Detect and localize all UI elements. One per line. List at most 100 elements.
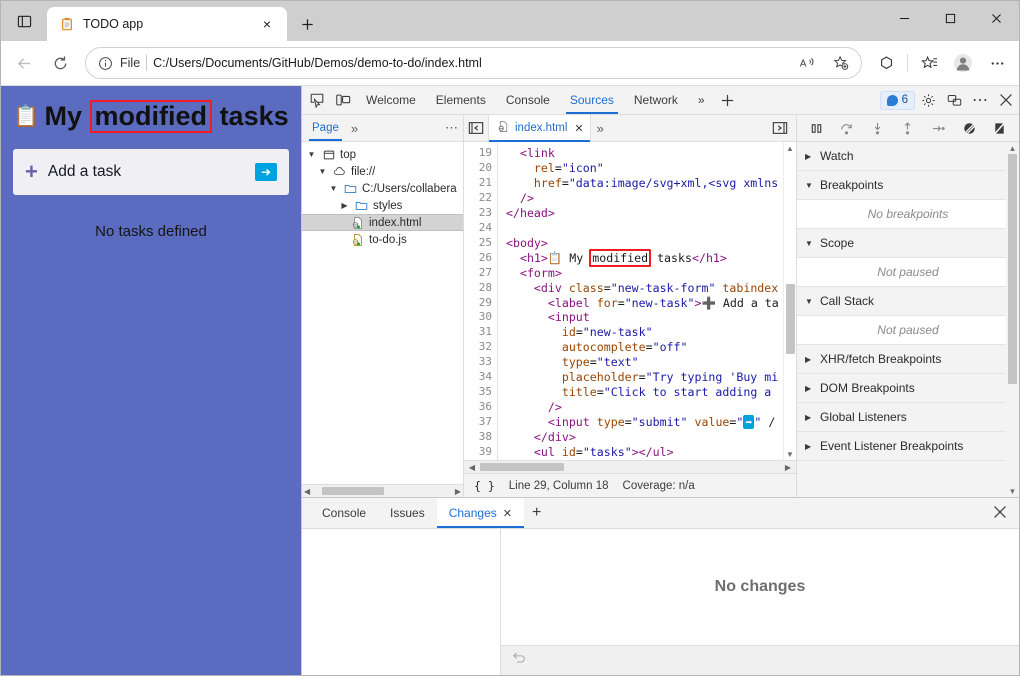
twisty-icon[interactable]: ▼ [317, 167, 328, 176]
tree-item-root-folder[interactable]: ▼ C:/Users/collabera [302, 180, 463, 197]
url-text[interactable]: C:/Users/Documents/GitHub/Demos/demo-to-… [153, 56, 787, 70]
tab-network[interactable]: Network [624, 86, 688, 114]
step-icon[interactable] [928, 117, 950, 139]
section-watch[interactable]: ▶ Watch [797, 142, 1019, 171]
scroll-down-arrow[interactable]: ▼ [1009, 485, 1017, 497]
drawer-close-button[interactable] [981, 505, 1019, 522]
editor-horizontal-scrollbar[interactable]: ◀ ▶ [464, 460, 796, 473]
devtools-top-toolbar: Welcome Elements Console Sources Network… [302, 86, 1019, 115]
step-into-icon[interactable] [866, 117, 888, 139]
drawer-add-tab-button[interactable]: + [524, 504, 549, 522]
new-tab-button[interactable] [295, 12, 319, 36]
section-global-listeners[interactable]: ▶ Global Listeners [797, 403, 1019, 432]
close-devtools-button[interactable] [993, 87, 1019, 113]
navigator-more-button[interactable]: » [345, 121, 364, 136]
show-navigator-button[interactable] [464, 115, 488, 141]
scheme-label: File [120, 56, 140, 70]
refresh-button[interactable] [43, 47, 77, 79]
changes-footer-toolbar [501, 645, 1019, 675]
navigator-menu-button[interactable]: ⋯ [445, 120, 459, 136]
drawer-tab-issues[interactable]: Issues [378, 498, 437, 528]
editor-more-tabs-button[interactable]: » [591, 121, 610, 136]
settings-and-more-button[interactable] [981, 47, 1013, 79]
add-tool-button[interactable] [715, 87, 741, 113]
editor-vertical-scrollbar[interactable]: ▲ ▼ [783, 142, 796, 460]
show-debugger-button[interactable] [768, 115, 792, 141]
back-button[interactable] [7, 47, 41, 79]
code-line: <h1>📋 My modified tasks</h1> [506, 251, 796, 266]
tree-item-top[interactable]: ▼ top [302, 146, 463, 163]
pause-on-exceptions-icon[interactable] [989, 117, 1011, 139]
scrollbar-thumb[interactable] [786, 284, 795, 354]
pretty-print-button[interactable]: { } [474, 479, 495, 493]
scroll-right-arrow[interactable]: ▶ [455, 487, 461, 496]
feedback-icon[interactable] [941, 87, 967, 113]
code-content[interactable]: <link rel="icon" href="data:image/svg+xm… [498, 142, 796, 460]
deactivate-breakpoints-icon[interactable] [958, 117, 980, 139]
tab-welcome[interactable]: Welcome [356, 86, 426, 114]
omnibox[interactable]: File C:/Users/Documents/GitHub/Demos/dem… [85, 47, 862, 79]
section-call-stack[interactable]: ▼ Call Stack [797, 287, 1019, 316]
collections-icon[interactable] [870, 47, 902, 79]
tab-console[interactable]: Console [496, 86, 560, 114]
tree-item-index-html[interactable]: index.html [302, 214, 463, 231]
editor-tab-close-button[interactable]: ✕ [574, 122, 583, 135]
section-event-listener-breakpoints[interactable]: ▶ Event Listener Breakpoints [797, 432, 1019, 461]
section-scope[interactable]: ▼ Scope [797, 229, 1019, 258]
gear-icon[interactable] [915, 87, 941, 113]
twisty-icon[interactable]: ▶ [339, 201, 350, 210]
scroll-left-arrow[interactable]: ◀ [304, 487, 310, 496]
tree-item-file-protocol[interactable]: ▼ file:// [302, 163, 463, 180]
issues-badge[interactable]: 6 [880, 91, 915, 110]
tree-item-to-do-js[interactable]: to-do.js [302, 231, 463, 248]
tab-close-button[interactable]: × [255, 12, 279, 36]
inspect-element-icon[interactable] [304, 87, 330, 113]
favorites-bar-icon[interactable] [913, 47, 945, 79]
navigator-tab-page[interactable]: Page [306, 115, 345, 141]
revert-icon[interactable] [511, 650, 527, 671]
code-line: /> [506, 191, 796, 206]
tree-item-styles-folder[interactable]: ▶ styles [302, 197, 463, 214]
code-editor[interactable]: 1920 2122 2324 2526 2728 2930 3132 3334 … [464, 142, 796, 460]
add-favorite-icon[interactable] [827, 49, 855, 77]
scrollbar-thumb[interactable] [322, 487, 384, 495]
scroll-left-arrow[interactable]: ◀ [466, 463, 478, 472]
device-emulation-icon[interactable] [330, 87, 356, 113]
pause-resume-icon[interactable] [805, 117, 827, 139]
close-button[interactable] [973, 1, 1019, 35]
debugger-vertical-scrollbar[interactable]: ▲ ▼ [1006, 142, 1019, 497]
section-xhr-fetch-breakpoints[interactable]: ▶ XHR/fetch Breakpoints [797, 345, 1019, 374]
step-over-icon[interactable] [836, 117, 858, 139]
section-dom-breakpoints[interactable]: ▶ DOM Breakpoints [797, 374, 1019, 403]
new-task-form[interactable]: + Add a task ➜ [13, 149, 289, 195]
tab-sources[interactable]: Sources [560, 86, 624, 114]
submit-arrow-button[interactable]: ➜ [255, 163, 277, 181]
scroll-down-arrow[interactable]: ▼ [786, 448, 794, 460]
section-breakpoints[interactable]: ▼ Breakpoints [797, 171, 1019, 200]
changes-file-list[interactable] [302, 529, 501, 675]
tab-actions-button[interactable] [1, 1, 47, 41]
line-number: 21 [464, 176, 492, 191]
scroll-up-arrow[interactable]: ▲ [1009, 142, 1017, 154]
scroll-right-arrow[interactable]: ▶ [782, 463, 794, 472]
drawer-tab-console[interactable]: Console [310, 498, 378, 528]
twisty-icon[interactable]: ▼ [306, 150, 317, 159]
scroll-up-arrow[interactable]: ▲ [786, 142, 794, 154]
step-out-icon[interactable] [897, 117, 919, 139]
info-icon[interactable] [96, 54, 114, 72]
scrollbar-thumb[interactable] [480, 463, 564, 471]
browser-tab[interactable]: TODO app × [47, 7, 287, 41]
twisty-icon[interactable]: ▼ [328, 184, 339, 193]
maximize-button[interactable] [927, 1, 973, 35]
drawer-tab-close-button[interactable]: ✕ [503, 507, 512, 520]
editor-file-tab[interactable]: index.html ✕ [488, 115, 591, 141]
drawer-tab-changes[interactable]: Changes ✕ [437, 498, 524, 528]
read-aloud-icon[interactable]: A [793, 49, 821, 77]
scrollbar-thumb[interactable] [1008, 154, 1017, 384]
more-tools-button[interactable]: » [688, 86, 715, 114]
minimize-button[interactable] [881, 1, 927, 35]
tab-elements[interactable]: Elements [426, 86, 496, 114]
navigator-horizontal-scrollbar[interactable]: ◀ ▶ [302, 484, 463, 497]
customize-devtools-button[interactable]: ⋯ [967, 87, 993, 113]
profile-avatar[interactable] [947, 47, 979, 79]
